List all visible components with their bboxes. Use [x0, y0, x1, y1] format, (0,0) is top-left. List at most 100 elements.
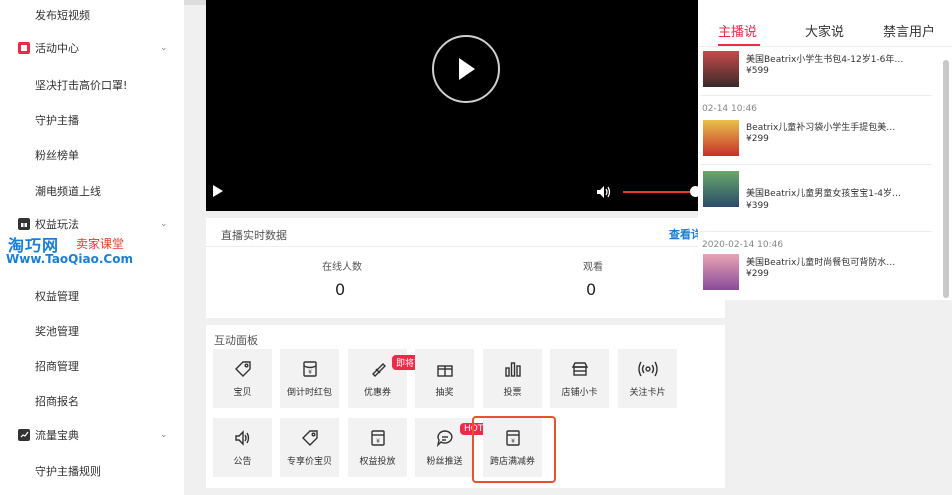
product-price: ¥299 [746, 134, 769, 144]
sidebar-group-activity[interactable]: 活动中心 ⌄ [0, 33, 184, 63]
watermark-url: Www.TaoQiao.Com [6, 252, 133, 266]
panel-title: 互动面板 [214, 334, 258, 347]
tile-rights-delivery[interactable]: ¥ 权益投放 [348, 418, 407, 477]
activity-icon [18, 42, 30, 54]
product-name: 美国Beatrix儿童男童女孩宝宝1-4岁… [746, 189, 901, 199]
product-thumbnail [703, 120, 739, 156]
timestamp: 2020-02-14 10:46 [702, 240, 784, 250]
product-thumbnail [703, 171, 739, 207]
sidebar-item[interactable]: 招商管理 [35, 358, 79, 374]
sidebar-item[interactable]: 粉丝榜单 [35, 147, 79, 163]
timestamp: 02-14 10:46 [702, 104, 757, 114]
tile-countdown-red-envelope[interactable]: ¥ 倒计时红包 [280, 349, 339, 408]
tab-everyone-says[interactable]: 大家说 [805, 21, 844, 40]
online-count-value: 0 [335, 280, 346, 299]
highlight-box [472, 416, 556, 483]
chat-icon [435, 428, 455, 448]
realtime-data-panel: 直播实时数据 查看详 在线人数 0 观看 0 [206, 218, 725, 318]
product-price: ¥399 [746, 201, 769, 211]
play-button[interactable] [212, 184, 224, 201]
active-tab-indicator [718, 44, 760, 46]
list-item[interactable]: 02-14 10:46 Beatrix儿童补习袋小学生手提包美… ¥299 [698, 102, 938, 164]
list-item[interactable]: 美国Beatrix儿童男童女孩宝宝1-4岁… ¥399 [698, 168, 938, 230]
product-thumbnail [703, 254, 739, 290]
svg-text:¥: ¥ [308, 369, 312, 376]
tab-bar: 主播说 大家说 禁言用户 [698, 15, 952, 47]
tile-product[interactable]: 宝贝 [213, 349, 272, 408]
tile-vote[interactable]: 投票 [483, 349, 542, 408]
list-item[interactable]: 2020-02-14 10:46 美国Beatrix儿童时尚餐包可背防水… ¥2… [698, 238, 938, 300]
product-name: 美国Beatrix小学生书包4-12岁1-6年… [746, 55, 904, 65]
sidebar-item[interactable]: 权益管理 [35, 288, 79, 304]
broadcast-icon [637, 359, 658, 379]
comment-panel: 主播说 大家说 禁言用户 美国Beatrix小学生书包4-12岁1-6年… ¥5… [698, 0, 952, 300]
tile-label: 宝贝 [233, 388, 252, 398]
product-name: Beatrix儿童补习袋小学生手提包美… [746, 123, 896, 133]
product-price: ¥299 [746, 269, 769, 279]
tile-store-card[interactable]: 店铺小卡 [550, 349, 609, 408]
chevron-down-icon: ⌄ [160, 219, 168, 229]
tile-lottery[interactable]: 抽奖 [415, 349, 474, 408]
volume-slider[interactable] [623, 191, 695, 193]
speaker-icon [233, 428, 253, 448]
watermark-course: 卖家课堂 [76, 237, 125, 251]
tile-label: 粉丝推送 [426, 457, 463, 467]
tile-label: 倒计时红包 [286, 388, 332, 398]
sidebar-item[interactable]: 潮电频道上线 [35, 183, 101, 199]
gift-icon [435, 359, 455, 379]
play-icon[interactable] [432, 35, 500, 103]
tile-label: 专享价宝贝 [286, 457, 332, 467]
yen-box-icon: ¥ [368, 428, 388, 448]
tile-label: 抽奖 [435, 388, 454, 398]
sidebar: 发布短视频 活动中心 ⌄ 坚决打击高价口罩! 守护主播 粉丝榜单 潮电频道上线 … [0, 0, 184, 495]
tile-announcement[interactable]: 公告 [213, 418, 272, 477]
sidebar-group-label: 权益玩法 [35, 218, 79, 231]
tile-label: 关注卡片 [629, 388, 666, 398]
sidebar-group-traffic[interactable]: 流量宝典 ⌄ [0, 420, 184, 450]
tag-icon [233, 359, 253, 379]
volume-icon[interactable] [596, 185, 612, 202]
svg-text:¥: ¥ [376, 438, 380, 445]
tab-muted-users[interactable]: 禁言用户 [883, 21, 935, 40]
list-item[interactable]: 美国Beatrix小学生书包4-12岁1-6年… ¥599 [698, 48, 938, 110]
red-envelope-icon: ¥ [300, 359, 320, 379]
tile-label: 投票 [503, 388, 522, 398]
tag-icon [300, 428, 320, 448]
views-label: 观看 [583, 262, 603, 273]
tile-exclusive-price[interactable]: 专享价宝贝 [280, 418, 339, 477]
panel-title: 直播实时数据 [221, 229, 287, 242]
sidebar-item[interactable]: 守护主播规则 [35, 463, 101, 479]
divider [700, 95, 932, 96]
tab-anchor-says[interactable]: 主播说 [718, 21, 757, 40]
sidebar-group-label: 活动中心 [35, 42, 79, 55]
tile-follow-card[interactable]: 关注卡片 [618, 349, 677, 408]
watermark: 淘巧网 卖家课堂 Www.TaoQiao.Com [6, 232, 184, 270]
gift-box-icon [18, 218, 30, 230]
tile-label: 店铺小卡 [561, 388, 598, 398]
sidebar-item[interactable]: 奖池管理 [35, 323, 79, 339]
product-name: 美国Beatrix儿童时尚餐包可背防水… [746, 258, 896, 268]
tile-label: 权益投放 [359, 457, 396, 467]
divider [700, 164, 932, 165]
sidebar-item-publish-video[interactable]: 发布短视频 [35, 7, 90, 23]
online-count-label: 在线人数 [322, 262, 362, 273]
chevron-down-icon: ⌄ [160, 43, 168, 53]
sidebar-item[interactable]: 守护主播 [35, 112, 79, 128]
product-thumbnail [703, 51, 739, 87]
coupon-icon [368, 359, 388, 379]
trend-chart-icon [18, 429, 30, 441]
sidebar-item[interactable]: 坚决打击高价口罩! [35, 77, 127, 93]
tile-label: 优惠券 [363, 388, 391, 398]
divider [206, 246, 725, 247]
sidebar-item[interactable]: 招商报名 [35, 393, 79, 409]
divider [700, 231, 932, 232]
product-price: ¥599 [746, 66, 769, 76]
scrollbar[interactable] [943, 60, 949, 298]
video-player[interactable] [206, 0, 725, 211]
store-icon [570, 359, 590, 379]
bar-chart-icon [503, 359, 523, 379]
sidebar-group-label: 流量宝典 [35, 429, 79, 442]
tile-label: 公告 [233, 457, 252, 467]
chevron-down-icon: ⌄ [160, 430, 168, 440]
views-value: 0 [586, 280, 597, 299]
